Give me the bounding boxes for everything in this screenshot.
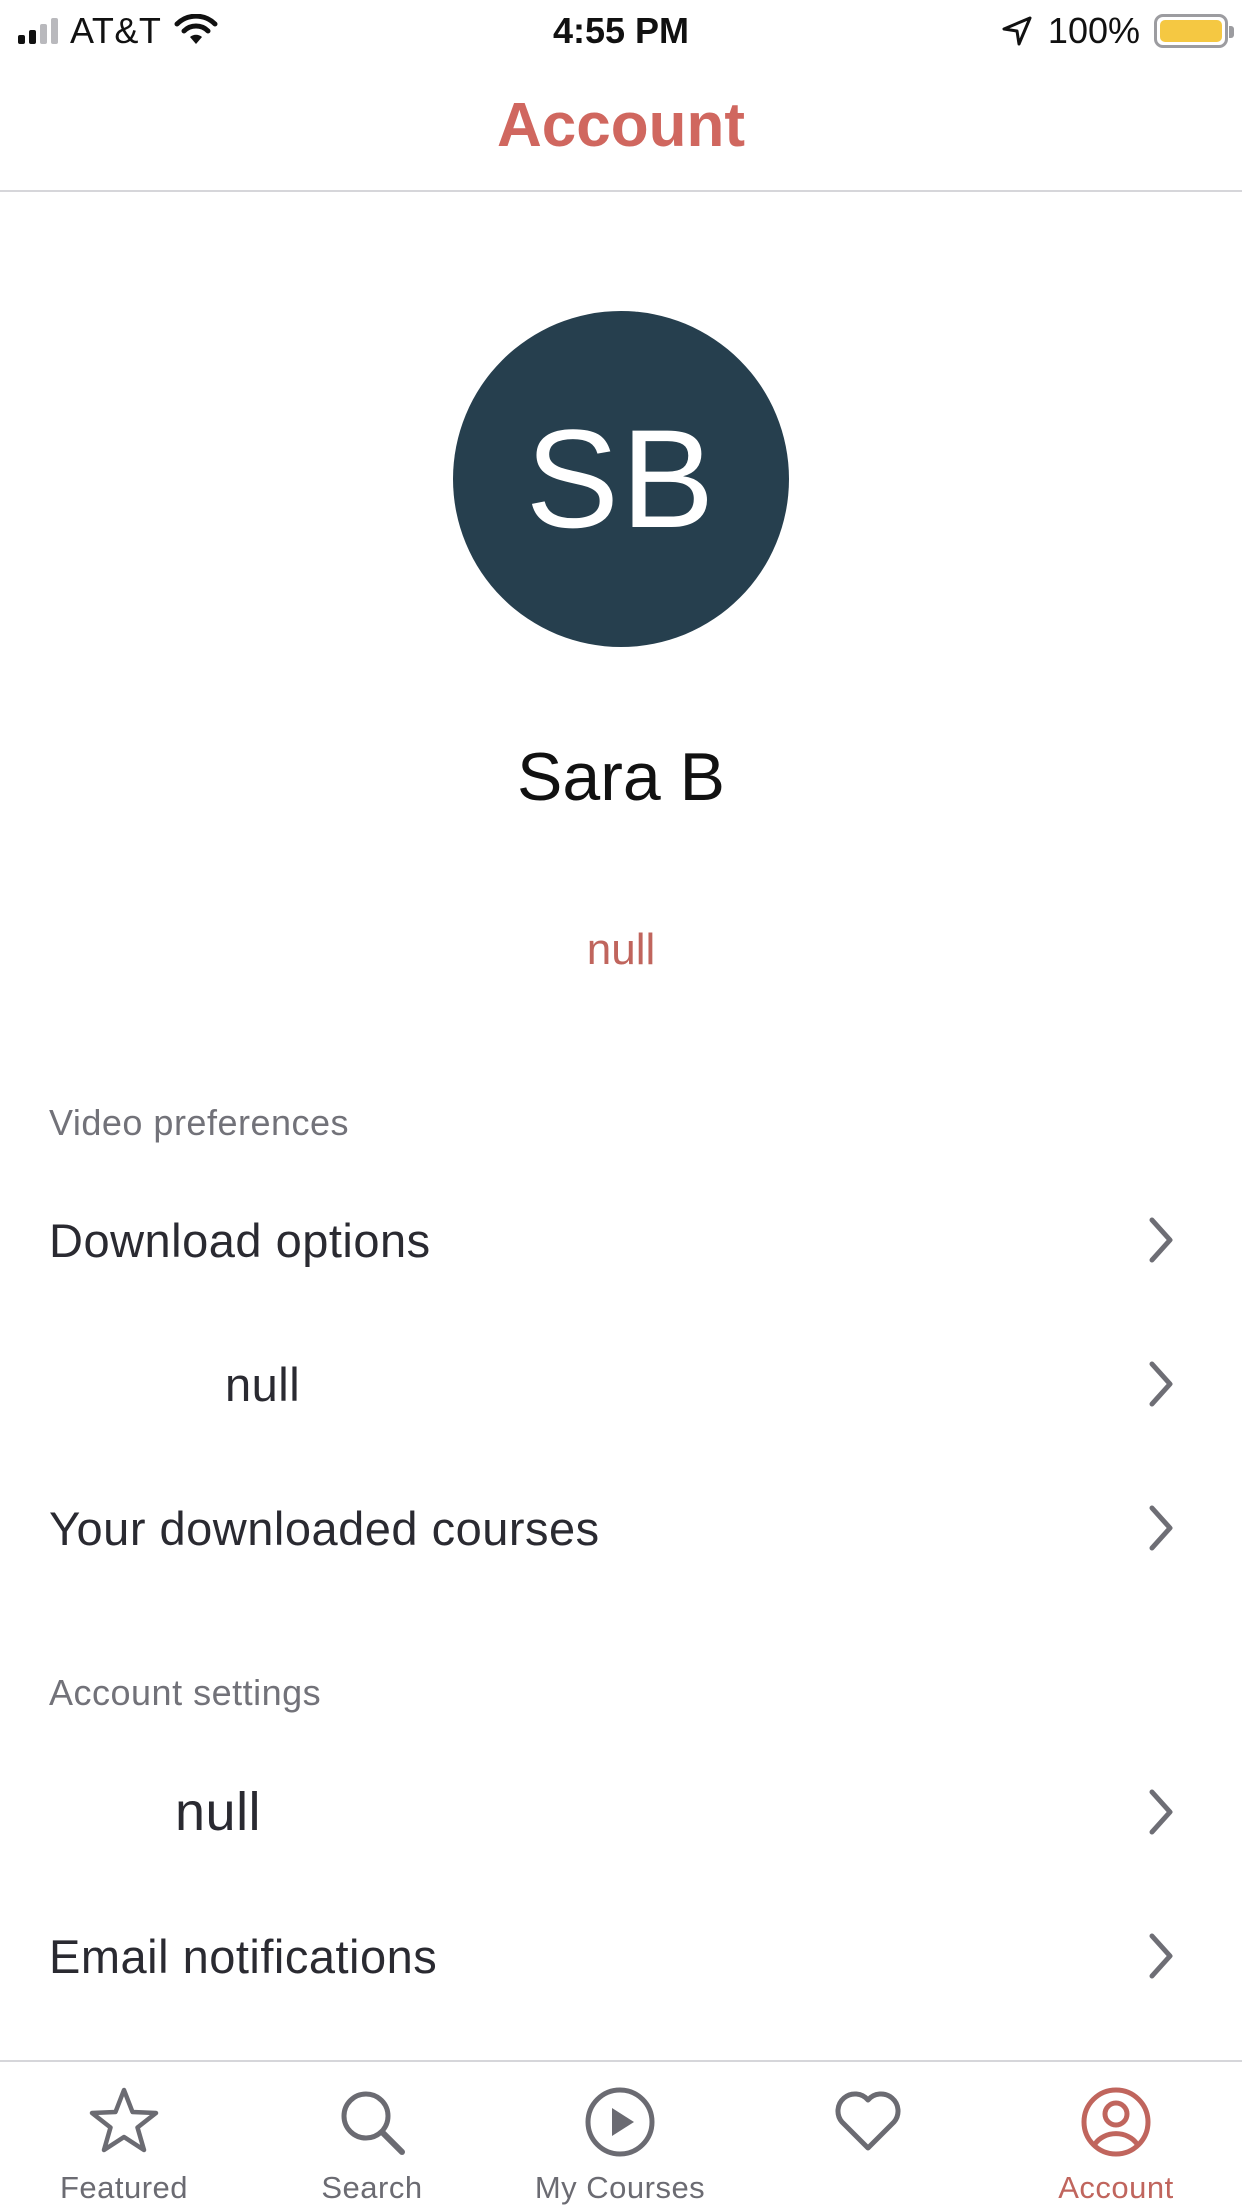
- account-icon: [1081, 2087, 1151, 2157]
- row-account-setting-null[interactable]: null: [0, 1742, 1242, 1882]
- section-header-account-settings: Account settings: [49, 1672, 322, 1713]
- nav-header: Account: [0, 62, 1242, 192]
- profile-name: Sara B: [517, 739, 725, 815]
- avatar: SB: [453, 311, 789, 647]
- profile-link[interactable]: null: [0, 925, 1242, 975]
- chevron-right-icon: [1149, 1217, 1173, 1263]
- row-video-preference-null[interactable]: null: [0, 1314, 1242, 1454]
- tab-label: Search: [321, 2170, 423, 2205]
- tab-label: Account: [1058, 2170, 1174, 2205]
- tab-account[interactable]: Account: [992, 2062, 1240, 2208]
- heart-icon: [835, 2091, 901, 2151]
- chevron-right-icon: [1149, 1933, 1173, 1979]
- page-title: Account: [497, 91, 745, 160]
- row-downloaded-courses[interactable]: Your downloaded courses: [0, 1458, 1242, 1598]
- chevron-right-icon: [1149, 1505, 1173, 1551]
- row-label: null: [225, 1357, 301, 1411]
- row-email-notifications[interactable]: Email notifications: [0, 1886, 1242, 2026]
- battery-icon: [1154, 14, 1234, 48]
- row-label: Download options: [49, 1213, 431, 1267]
- tab-label: Featured: [59, 2170, 189, 2205]
- tab-label: My Courses: [534, 2170, 706, 2205]
- tab-featured[interactable]: Featured: [0, 2062, 248, 2208]
- avatar-initials: SB: [525, 400, 717, 557]
- tab-my-courses[interactable]: My Courses: [496, 2062, 744, 2208]
- location-arrow-icon: [1002, 16, 1032, 46]
- search-icon: [341, 2091, 405, 2155]
- section-header-video-preferences: Video preferences: [49, 1102, 350, 1143]
- row-label: null: [175, 1782, 262, 1842]
- row-label: Email notifications: [49, 1929, 438, 1983]
- status-right: 100%: [1000, 10, 1234, 52]
- status-bar: AT&T 4:55 PM 100%: [0, 0, 1242, 62]
- battery-percent: 100%: [1047, 10, 1140, 51]
- star-icon: [89, 2087, 159, 2153]
- chevron-right-icon: [1149, 1361, 1173, 1407]
- row-download-options[interactable]: Download options: [0, 1170, 1242, 1310]
- play-circle-icon: [585, 2087, 655, 2157]
- chevron-right-icon: [1149, 1789, 1173, 1835]
- tab-favorites[interactable]: [744, 2062, 992, 2208]
- tab-search[interactable]: Search: [248, 2062, 496, 2208]
- row-label: Your downloaded courses: [49, 1501, 600, 1555]
- tab-bar: Featured Search My Courses Account: [0, 2060, 1242, 2208]
